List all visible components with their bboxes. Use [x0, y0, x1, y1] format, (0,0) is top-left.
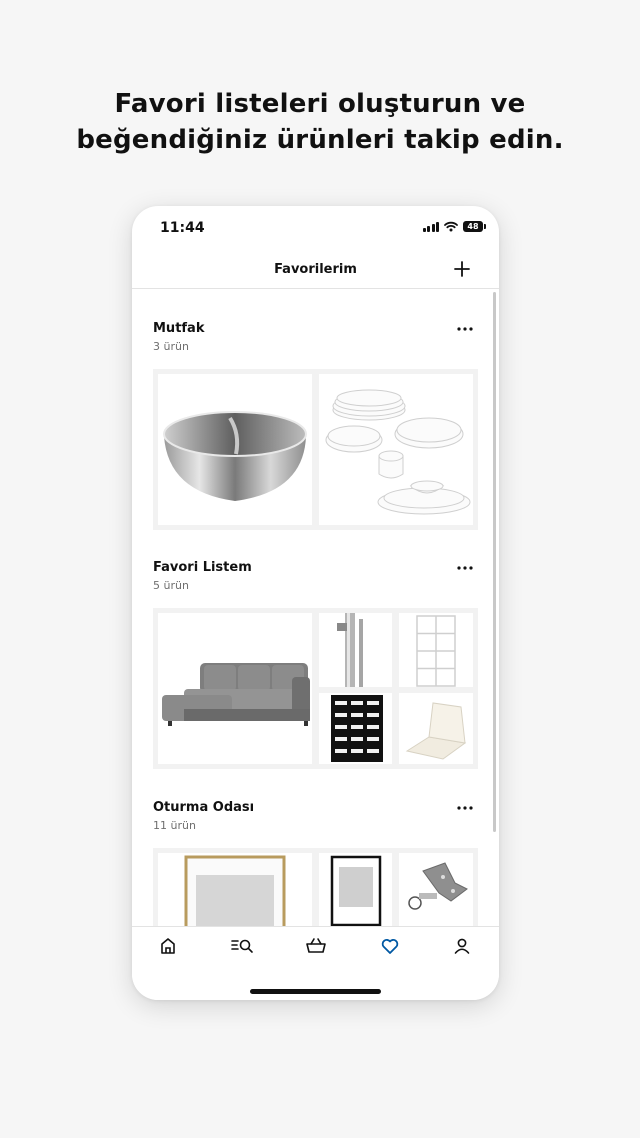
list-name: Oturma Odası [153, 800, 255, 815]
towel-rail-image [337, 613, 363, 687]
list-more-button[interactable] [455, 560, 475, 576]
more-icon [457, 327, 473, 331]
product-thumbnail[interactable] [158, 853, 312, 926]
list-preview-grid[interactable] [153, 369, 478, 530]
product-thumbnail[interactable] [158, 613, 312, 764]
product-thumbnail[interactable] [319, 613, 392, 687]
status-icons: 48 [422, 221, 486, 232]
tab-home[interactable] [151, 933, 185, 959]
list-count: 5 ürün [153, 579, 189, 592]
gold-frame-image [184, 855, 286, 926]
more-icon [457, 806, 473, 810]
product-thumbnail[interactable] [158, 374, 312, 525]
list-preview-grid[interactable] [153, 848, 478, 926]
list-count: 11 ürün [153, 819, 196, 832]
more-icon [457, 566, 473, 570]
status-bar: 11:44 48 [132, 206, 499, 250]
signal-icon [422, 221, 439, 232]
wall-bracket-image [408, 862, 468, 910]
phone-frame: 11:44 48 Favorilerim Mutfak 3 ürün Favor… [132, 206, 499, 1000]
battery-icon: 48 [463, 221, 486, 232]
list-more-button[interactable] [455, 321, 475, 337]
tab-search[interactable] [225, 933, 259, 959]
home-indicator [250, 989, 381, 994]
product-thumbnail[interactable] [319, 853, 392, 926]
product-thumbnail[interactable] [319, 693, 392, 764]
tab-favorites[interactable] [373, 933, 407, 959]
favorites-content[interactable]: Mutfak 3 ürün Favori Listem 5 ürün Oturm… [132, 289, 499, 926]
headline-line-1: Favori listeleri oluşturun ve [114, 89, 526, 119]
scrollbar[interactable] [493, 292, 496, 832]
tab-bar [132, 926, 499, 1000]
list-more-button[interactable] [455, 800, 475, 816]
list-count: 3 ürün [153, 340, 189, 353]
list-name: Favori Listem [153, 560, 252, 575]
product-thumbnail[interactable] [399, 693, 473, 764]
shelf-unit-image [416, 615, 456, 687]
product-thumbnail[interactable] [399, 613, 473, 687]
app-header: Favorilerim [132, 250, 499, 289]
sofa-image [162, 663, 310, 726]
list-preview-grid[interactable] [153, 608, 478, 769]
search-list-icon [231, 939, 253, 953]
dinnerware-set-image [325, 389, 471, 515]
striped-rug-image [331, 695, 383, 762]
product-thumbnail[interactable] [399, 853, 473, 926]
black-frame-image [330, 855, 382, 926]
product-thumbnail[interactable] [319, 374, 473, 525]
basket-icon [306, 938, 326, 953]
wifi-icon [444, 221, 458, 232]
heart-icon [381, 939, 399, 954]
profile-icon [454, 938, 470, 954]
add-list-button[interactable] [449, 256, 475, 282]
headline: Favori listeleri oluşturun ve beğendiğin… [0, 86, 640, 158]
steel-bowl-image [163, 411, 307, 501]
home-icon [161, 938, 175, 954]
status-time: 11:44 [160, 220, 205, 236]
page-title: Favorilerim [274, 262, 357, 277]
floor-cushion-image [405, 702, 467, 760]
headline-line-2: beğendiğiniz ürünleri takip edin. [76, 125, 564, 155]
list-name: Mutfak [153, 321, 205, 336]
tab-basket[interactable] [299, 933, 333, 959]
tab-profile[interactable] [445, 933, 479, 959]
plus-icon [454, 261, 470, 277]
